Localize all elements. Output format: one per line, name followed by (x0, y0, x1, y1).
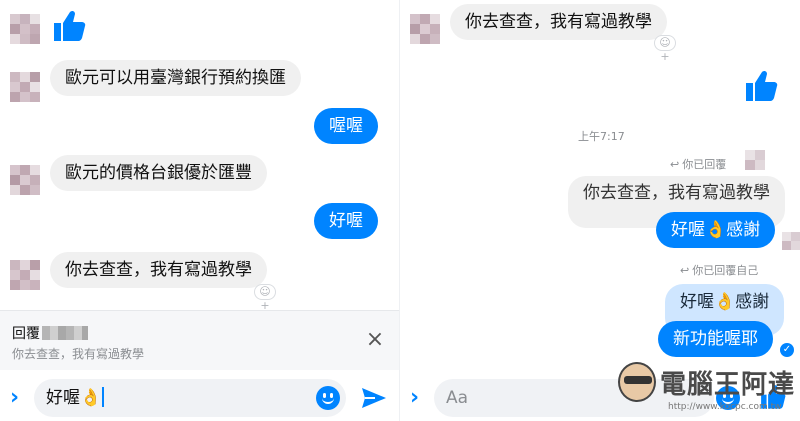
message-bubble-incoming[interactable]: 歐元可以用臺灣銀行預約換匯 (50, 60, 301, 96)
message-bubble-incoming[interactable]: 歐元的價格台銀優於匯豐 (50, 155, 267, 191)
emoji-icon[interactable] (316, 386, 340, 410)
reply-arrow-icon: ↩ (670, 158, 680, 171)
message-bubble-outgoing[interactable]: 新功能喔耶 (658, 321, 773, 357)
seen-check-icon: ✓ (780, 343, 794, 357)
chevron-right-icon[interactable]: › (410, 387, 428, 409)
contact-avatar[interactable] (10, 14, 40, 44)
message-bubble-outgoing[interactable]: 喔喔 (314, 108, 378, 144)
replied-label: ↩ 你已回覆自己 (680, 264, 759, 277)
add-reaction-icon[interactable]: ☺+ (254, 284, 276, 312)
contact-avatar[interactable] (10, 165, 40, 195)
reply-arrow-icon: ↩ (680, 264, 690, 277)
message-timestamp: 上午7:17 (578, 130, 625, 143)
send-icon[interactable] (360, 386, 388, 414)
reply-title: 回覆 (12, 323, 88, 343)
message-input[interactable]: 好喔👌 (34, 379, 346, 417)
contact-avatar[interactable] (10, 260, 40, 290)
blurred-name (42, 326, 88, 340)
reply-preview-bar: 回覆 你去查查，我有寫過教學 × (0, 310, 400, 370)
thumbs-up-icon (50, 8, 86, 44)
text-caret (102, 387, 105, 407)
contact-avatar[interactable] (745, 150, 765, 170)
message-composer: › 好喔👌 (0, 375, 400, 421)
message-bubble-outgoing[interactable]: 好喔👌感謝 (656, 212, 776, 248)
chevron-right-icon[interactable]: › (10, 387, 28, 409)
watermark-text: 電腦王阿達 (660, 370, 796, 400)
mascot-logo-icon (618, 362, 656, 402)
close-icon[interactable]: × (364, 329, 386, 351)
message-bubble-incoming[interactable]: 你去查查，我有寫過教學 (50, 252, 267, 288)
contact-avatar[interactable] (782, 232, 800, 250)
message-bubble-outgoing[interactable]: 好喔 (314, 203, 378, 239)
reply-snippet: 你去查查，我有寫過教學 (12, 347, 145, 361)
watermark-url: http://www.kocpc.com.tw (668, 402, 782, 412)
contact-avatar[interactable] (410, 14, 440, 44)
contact-avatar[interactable] (10, 72, 40, 102)
chat-panel-before: 歐元可以用臺灣銀行預約換匯 喔喔 歐元的價格台銀優於匯豐 好喔 你去查查，我有寫… (0, 0, 400, 421)
replied-label: ↩ 你已回覆 (670, 158, 727, 171)
add-reaction-icon[interactable]: ☺+ (654, 35, 676, 63)
thumbs-up-icon (742, 68, 778, 104)
message-bubble-incoming[interactable]: 你去查查，我有寫過教學 (450, 4, 667, 40)
site-watermark: 電腦王阿達 http://www.kocpc.com.tw (612, 358, 798, 418)
